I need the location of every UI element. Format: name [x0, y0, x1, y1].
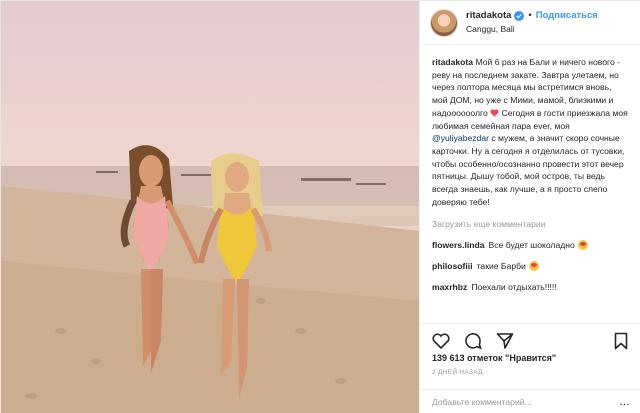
caption-text-3: с мужем, а значит скоро сочные карточки.…	[432, 133, 625, 207]
smiling-face-emoji	[528, 261, 539, 272]
comment-username[interactable]: maxrhbz	[432, 281, 467, 294]
comment-item: flowers.linda Все будет шоколадно	[432, 239, 629, 252]
instagram-post: ritadakota • Подписаться Canggu, Bali ri…	[0, 0, 640, 413]
more-options-button[interactable]: ...	[620, 397, 630, 407]
post-date: 2 ДНЕЙ НАЗАД	[432, 369, 483, 376]
post-photo[interactable]	[1, 1, 419, 413]
smiling-face-emoji	[577, 240, 588, 251]
comment-item: philosofiii такие Барби	[432, 260, 629, 273]
comments-area: ritadakota Мой 6 раз на Бали и ничего но…	[420, 45, 640, 323]
likes-count[interactable]: 139 613 отметок "Нравится"	[432, 353, 556, 363]
save-icon[interactable]	[610, 330, 632, 352]
action-bar	[420, 323, 640, 357]
caption-username[interactable]: ritadakota	[432, 57, 473, 67]
header-info: ritadakota • Подписаться Canggu, Bali	[466, 10, 598, 35]
author-username[interactable]: ritadakota	[466, 10, 511, 22]
comment-username[interactable]: flowers.linda	[432, 239, 485, 252]
like-icon[interactable]	[430, 330, 452, 352]
post-header: ritadakota • Подписаться Canggu, Bali	[420, 1, 640, 45]
verified-badge-icon	[514, 11, 525, 22]
mention-link[interactable]: @yuliyabezdar	[432, 133, 489, 143]
comment-text: такие Барби	[476, 260, 526, 271]
avatar[interactable]	[430, 8, 458, 37]
separator-dot: •	[528, 10, 532, 22]
comment-text: Все будет шоколадно	[488, 240, 575, 251]
header-row: ritadakota • Подписаться	[466, 10, 598, 22]
load-more-comments-button[interactable]: Загрузить еще комментарии	[432, 218, 629, 231]
comment-icon[interactable]	[462, 330, 484, 352]
comment-username[interactable]: philosofiii	[432, 260, 473, 273]
add-comment-input[interactable]	[432, 397, 612, 407]
comment-text: Поехали отдыхать!!!!!	[471, 281, 557, 292]
beach-photo-illustration	[1, 145, 419, 413]
location-link[interactable]: Canggu, Bali	[466, 24, 598, 35]
share-icon[interactable]	[494, 330, 516, 352]
comment-item: maxrhbz Поехали отдыхать!!!!!	[432, 281, 629, 294]
follow-button[interactable]: Подписаться	[536, 10, 598, 22]
add-comment-bar: ...	[420, 389, 640, 413]
caption: ritadakota Мой 6 раз на Бали и ничего но…	[432, 56, 629, 208]
heart-emoji	[490, 108, 499, 117]
post-sidebar: ritadakota • Подписаться Canggu, Bali ri…	[419, 1, 640, 413]
